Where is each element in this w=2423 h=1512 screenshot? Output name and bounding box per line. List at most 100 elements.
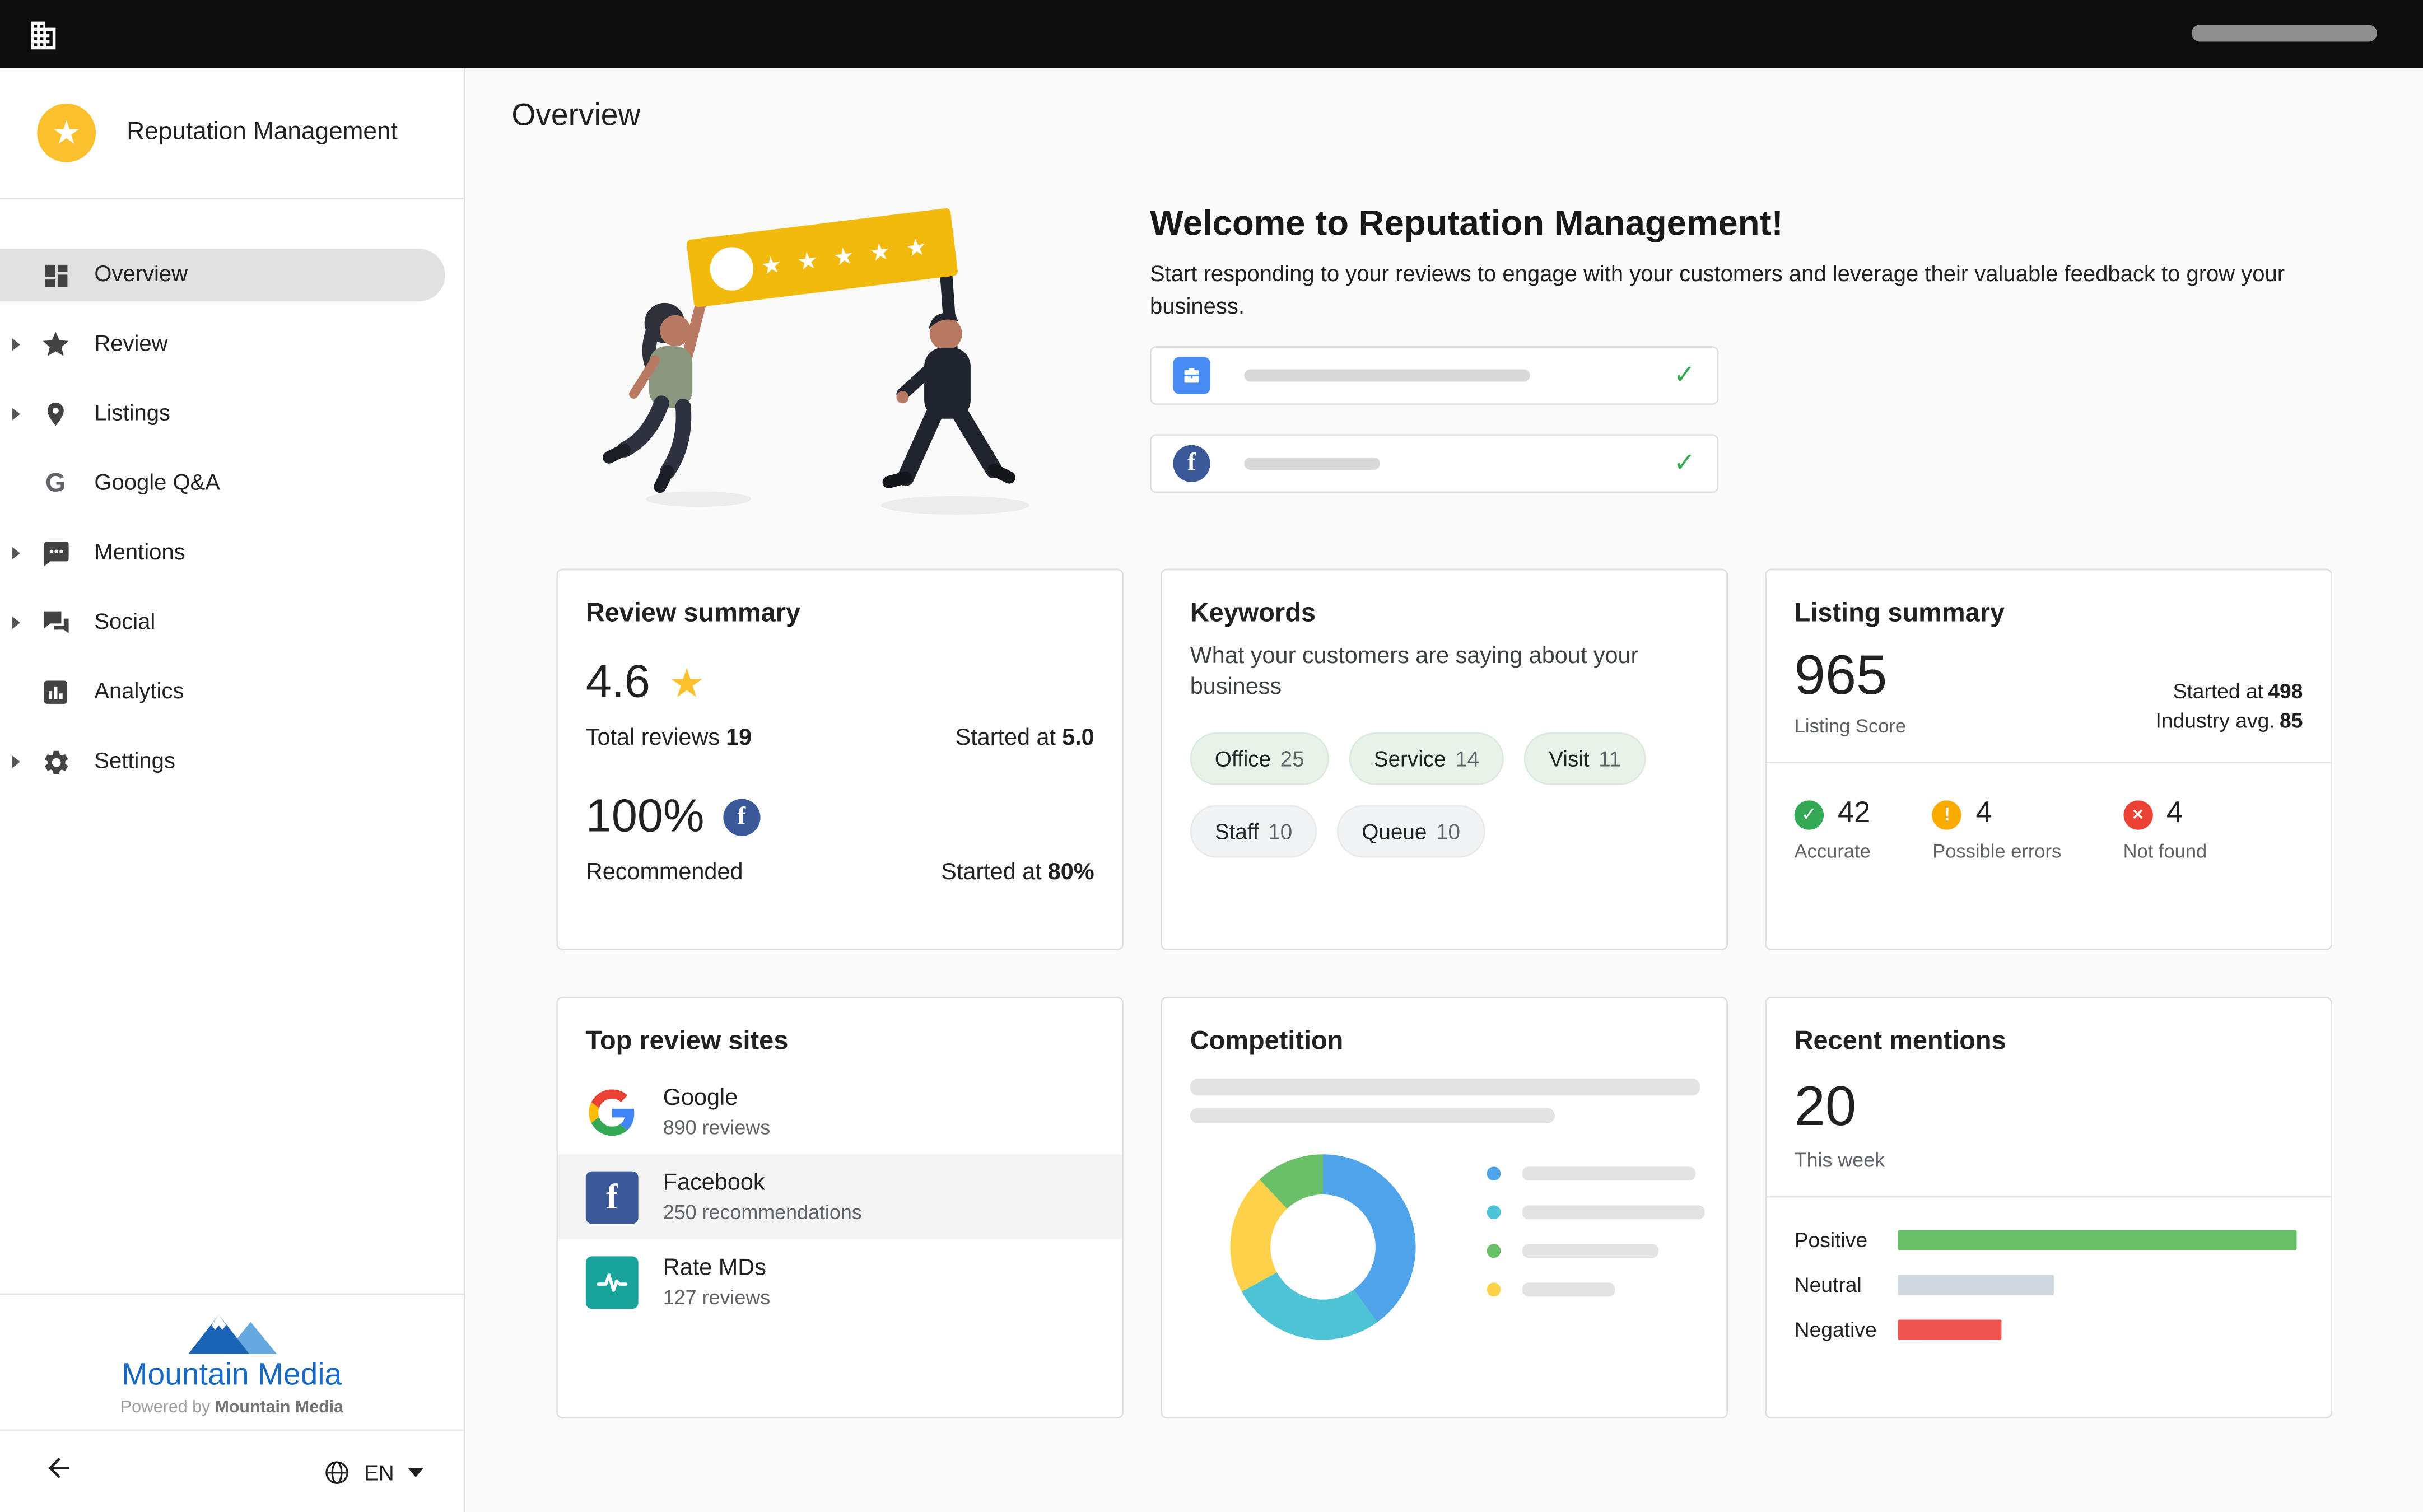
sidebar-item-mentions[interactable]: Mentions — [0, 527, 445, 580]
competition-card: Competition — [1161, 997, 1728, 1418]
reputation-star-icon: ★ — [37, 104, 96, 162]
recommended-started-label: Started at80% — [941, 859, 1094, 885]
google-my-business-icon — [1173, 357, 1210, 394]
facebook-icon: f — [1173, 445, 1210, 482]
legend-label-placeholder — [1522, 1244, 1658, 1258]
sidebar-item-review[interactable]: Review — [0, 318, 445, 371]
neutral-bar — [1898, 1275, 2054, 1295]
partner-brand: Mountain Media Powered by Mountain Media — [0, 1295, 464, 1429]
sidebar-bottom-bar: EN — [0, 1429, 464, 1512]
facebook-icon: f — [586, 1170, 639, 1223]
listing-stat-not-found: ×4 Not found — [2123, 797, 2207, 862]
recent-mentions-card: Recent mentions 20 This week Positive Ne… — [1765, 997, 2332, 1418]
site-row-facebook[interactable]: f Facebook 250 recommendations — [558, 1154, 1122, 1239]
app-title: Reputation Management — [127, 119, 398, 147]
language-code: EN — [364, 1459, 394, 1484]
card-title: Competition — [1190, 1026, 1699, 1057]
mentions-period: This week — [1795, 1148, 2303, 1171]
text-placeholder — [1190, 1108, 1555, 1124]
checklist-item-google-my-business[interactable]: ✓ — [1150, 346, 1718, 405]
donut-hole — [1270, 1194, 1376, 1300]
sidebar-item-social[interactable]: Social — [0, 596, 445, 649]
powered-by-label: Powered by Mountain Media — [0, 1398, 464, 1417]
expand-chevron-icon — [12, 755, 20, 768]
account-placeholder — [2192, 25, 2377, 41]
keyword-chips: Office25 Service14 Visit11 Staff10 Queue… — [1190, 732, 1699, 857]
rating-started-label: Started at5.0 — [956, 725, 1094, 751]
legend-item — [1487, 1244, 1705, 1258]
sidebar-item-analytics[interactable]: Analytics — [0, 666, 445, 718]
app-window: ★ Reputation Management Overview Review … — [0, 0, 2423, 1512]
ratemds-pulse-icon — [586, 1256, 639, 1308]
recommended-label: Recommended — [586, 859, 743, 885]
keyword-chip-staff[interactable]: Staff10 — [1190, 804, 1317, 857]
legend-item — [1487, 1166, 1705, 1180]
expand-chevron-icon — [12, 338, 20, 351]
collapse-back-arrow-icon[interactable] — [43, 1453, 74, 1491]
expand-chevron-icon — [12, 547, 20, 559]
sidebar-item-label: Analytics — [94, 680, 184, 704]
site-row-ratemds[interactable]: Rate MDs 127 reviews — [558, 1239, 1122, 1324]
bar-chart-icon — [40, 678, 71, 706]
total-reviews-label: Total reviews19 — [586, 725, 752, 751]
sentiment-row-negative: Negative — [1795, 1318, 2303, 1341]
legend-item — [1487, 1205, 1705, 1219]
text-placeholder — [1190, 1079, 1700, 1095]
language-selector[interactable]: EN — [322, 1458, 423, 1486]
sidebar-item-label: Overview — [94, 263, 188, 287]
legend-label-placeholder — [1522, 1205, 1705, 1219]
keyword-chip-office[interactable]: Office25 — [1190, 732, 1329, 785]
gear-icon — [40, 747, 71, 776]
average-rating-value: 4.6 — [586, 657, 650, 710]
sidebar-item-google-qa[interactable]: G Google Q&A — [0, 458, 445, 510]
facebook-icon: f — [723, 799, 760, 836]
legend-label-placeholder — [1522, 1166, 1695, 1180]
positive-bar — [1898, 1230, 2297, 1250]
mountain-logo-icon — [178, 1310, 286, 1357]
google-g-icon: G — [40, 468, 71, 499]
legend-label-placeholder — [1522, 1282, 1615, 1296]
keyword-chip-queue[interactable]: Queue10 — [1337, 804, 1485, 857]
app-header: ★ Reputation Management — [0, 68, 464, 199]
card-title: Top review sites — [586, 1026, 1094, 1057]
building-icon[interactable] — [25, 16, 62, 53]
keyword-chip-service[interactable]: Service14 — [1349, 732, 1504, 785]
error-circle-icon: × — [2123, 800, 2152, 829]
legend-item — [1487, 1282, 1705, 1296]
sidebar-item-settings[interactable]: Settings — [0, 735, 445, 788]
sentiment-bars: Positive Neutral Negative — [1795, 1229, 2303, 1341]
listing-benchmarks: Started at498 Industry avg.85 — [2155, 678, 2303, 737]
welcome-body: Start responding to your reviews to enga… — [1150, 260, 2301, 325]
task-text-placeholder — [1244, 370, 1530, 382]
sidebar-item-label: Google Q&A — [94, 472, 220, 496]
check-icon: ✓ — [1674, 448, 1695, 479]
top-bar — [0, 0, 2423, 68]
globe-icon — [322, 1458, 350, 1486]
check-icon: ✓ — [1674, 360, 1695, 391]
chevron-down-icon — [408, 1467, 423, 1477]
sidebar-item-label: Settings — [94, 749, 175, 774]
legend-dot-icon — [1487, 1205, 1501, 1219]
sidebar-item-label: Mentions — [94, 541, 185, 566]
main-content: Overview — [465, 68, 2423, 1512]
card-title: Listing summary — [1795, 598, 2303, 629]
sidebar-item-overview[interactable]: Overview — [0, 249, 445, 301]
negative-bar — [1898, 1320, 2002, 1340]
checklist-item-facebook[interactable]: f ✓ — [1150, 434, 1718, 493]
keyword-chip-visit[interactable]: Visit11 — [1524, 732, 1646, 785]
sentiment-row-positive: Positive — [1795, 1229, 2303, 1252]
welcome-section: ★ ★ ★ ★ ★ Welcome to Reputation Manageme… — [556, 187, 2333, 522]
site-row-google[interactable]: Google 890 reviews — [558, 1070, 1122, 1155]
keywords-card: Keywords What your customers are saying … — [1161, 569, 1728, 951]
sidebar-item-label: Listings — [94, 402, 170, 426]
welcome-title: Welcome to Reputation Management! — [1150, 202, 2301, 244]
card-title: Review summary — [586, 598, 1094, 629]
keywords-subtitle: What your customers are saying about you… — [1190, 641, 1654, 704]
listing-stat-accurate: ✓42 Accurate — [1795, 797, 1871, 862]
sidebar-item-listings[interactable]: Listings — [0, 388, 445, 441]
onboarding-checklist: ✓ f ✓ — [1150, 346, 2301, 493]
star-icon: ★ — [669, 659, 705, 707]
partner-name: Mountain Media — [0, 1359, 464, 1394]
task-text-placeholder — [1244, 458, 1380, 470]
dashboard-cards: Review summary 4.6 ★ Total reviews19 Sta… — [556, 569, 2333, 1419]
